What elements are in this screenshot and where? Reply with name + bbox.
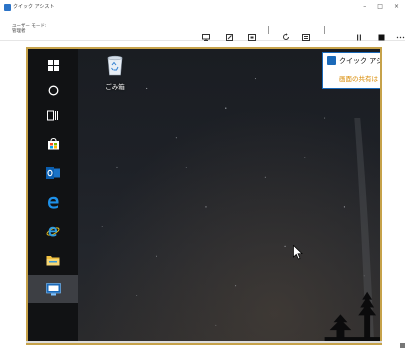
title-bar: クイック アシスト – □ × [0, 0, 405, 18]
cortana-button[interactable] [28, 76, 78, 104]
taskbar-edge[interactable] [28, 188, 78, 216]
taskbar-internet-explorer[interactable] [28, 217, 78, 245]
window-controls: – □ × [363, 3, 399, 10]
more-icon [396, 36, 405, 39]
quick-assist-icon [45, 282, 61, 295]
screen-sharing-message: 画面の共有は [339, 75, 378, 83]
task-manager-button[interactable] [302, 26, 310, 41]
cortana-circle-icon [48, 85, 58, 95]
quick-assist-window-icon [327, 56, 336, 65]
quick-assist-remote-window[interactable]: クイック アシス 画面の共有は [322, 52, 380, 89]
mouse-cursor-icon [293, 245, 303, 260]
more-options-button[interactable] [396, 26, 405, 39]
window-title: クイック アシスト [13, 4, 55, 10]
stop-icon [378, 34, 385, 41]
taskbar-file-explorer[interactable] [28, 246, 78, 274]
user-mode-info: ユーザー モード: 管理者 [12, 24, 46, 34]
minimize-button[interactable]: – [363, 3, 366, 10]
taskbar-quick-assist[interactable] [28, 275, 78, 303]
task-manager-icon [302, 34, 310, 41]
user-mode-value: 管理者 [12, 29, 26, 34]
quick-assist-window-title: クイック アシス [339, 57, 380, 65]
starry-sky-wallpaper [101, 78, 380, 343]
task-view-button[interactable] [28, 101, 78, 129]
restart-icon [283, 33, 289, 40]
store-bag-icon [47, 138, 59, 150]
recycle-bin-desktop-icon[interactable]: ごみ箱 [98, 54, 132, 91]
restart-button[interactable] [282, 26, 290, 40]
edge-icon [47, 196, 59, 209]
monitor-icon [202, 34, 210, 41]
start-button[interactable] [28, 51, 78, 79]
session-toolbar: ユーザー モード: 管理者 [0, 18, 405, 41]
taskbar-store[interactable] [28, 130, 78, 158]
pen-icon [226, 34, 233, 41]
folder-icon [46, 255, 60, 265]
recycle-bin-icon [107, 55, 123, 76]
actual-size-button[interactable] [248, 26, 256, 41]
remote-desktop-view[interactable]: ごみ箱 クイック アシス 画面の共有は [26, 47, 382, 345]
windows-logo-icon [47, 59, 59, 71]
outlook-icon [46, 167, 60, 179]
annotate-button[interactable] [226, 26, 234, 41]
pause-button[interactable] [356, 26, 364, 41]
actual-size-icon [248, 34, 256, 41]
taskbar-outlook[interactable] [28, 159, 78, 187]
end-session-button[interactable] [378, 26, 386, 41]
close-button[interactable]: × [394, 3, 399, 10]
toolbar-separator [324, 26, 325, 34]
select-monitor-button[interactable] [202, 26, 210, 41]
resize-grip[interactable] [400, 343, 405, 348]
quick-assist-app-icon [4, 4, 11, 11]
pause-icon [357, 34, 361, 41]
horizontal-scrollbar[interactable] [26, 341, 382, 343]
remote-taskbar [28, 49, 78, 343]
recycle-bin-label: ごみ箱 [105, 83, 125, 91]
maximize-button[interactable]: □ [377, 3, 383, 10]
toolbar-separator [268, 26, 269, 34]
task-view-icon [47, 110, 58, 120]
internet-explorer-icon [46, 226, 60, 236]
